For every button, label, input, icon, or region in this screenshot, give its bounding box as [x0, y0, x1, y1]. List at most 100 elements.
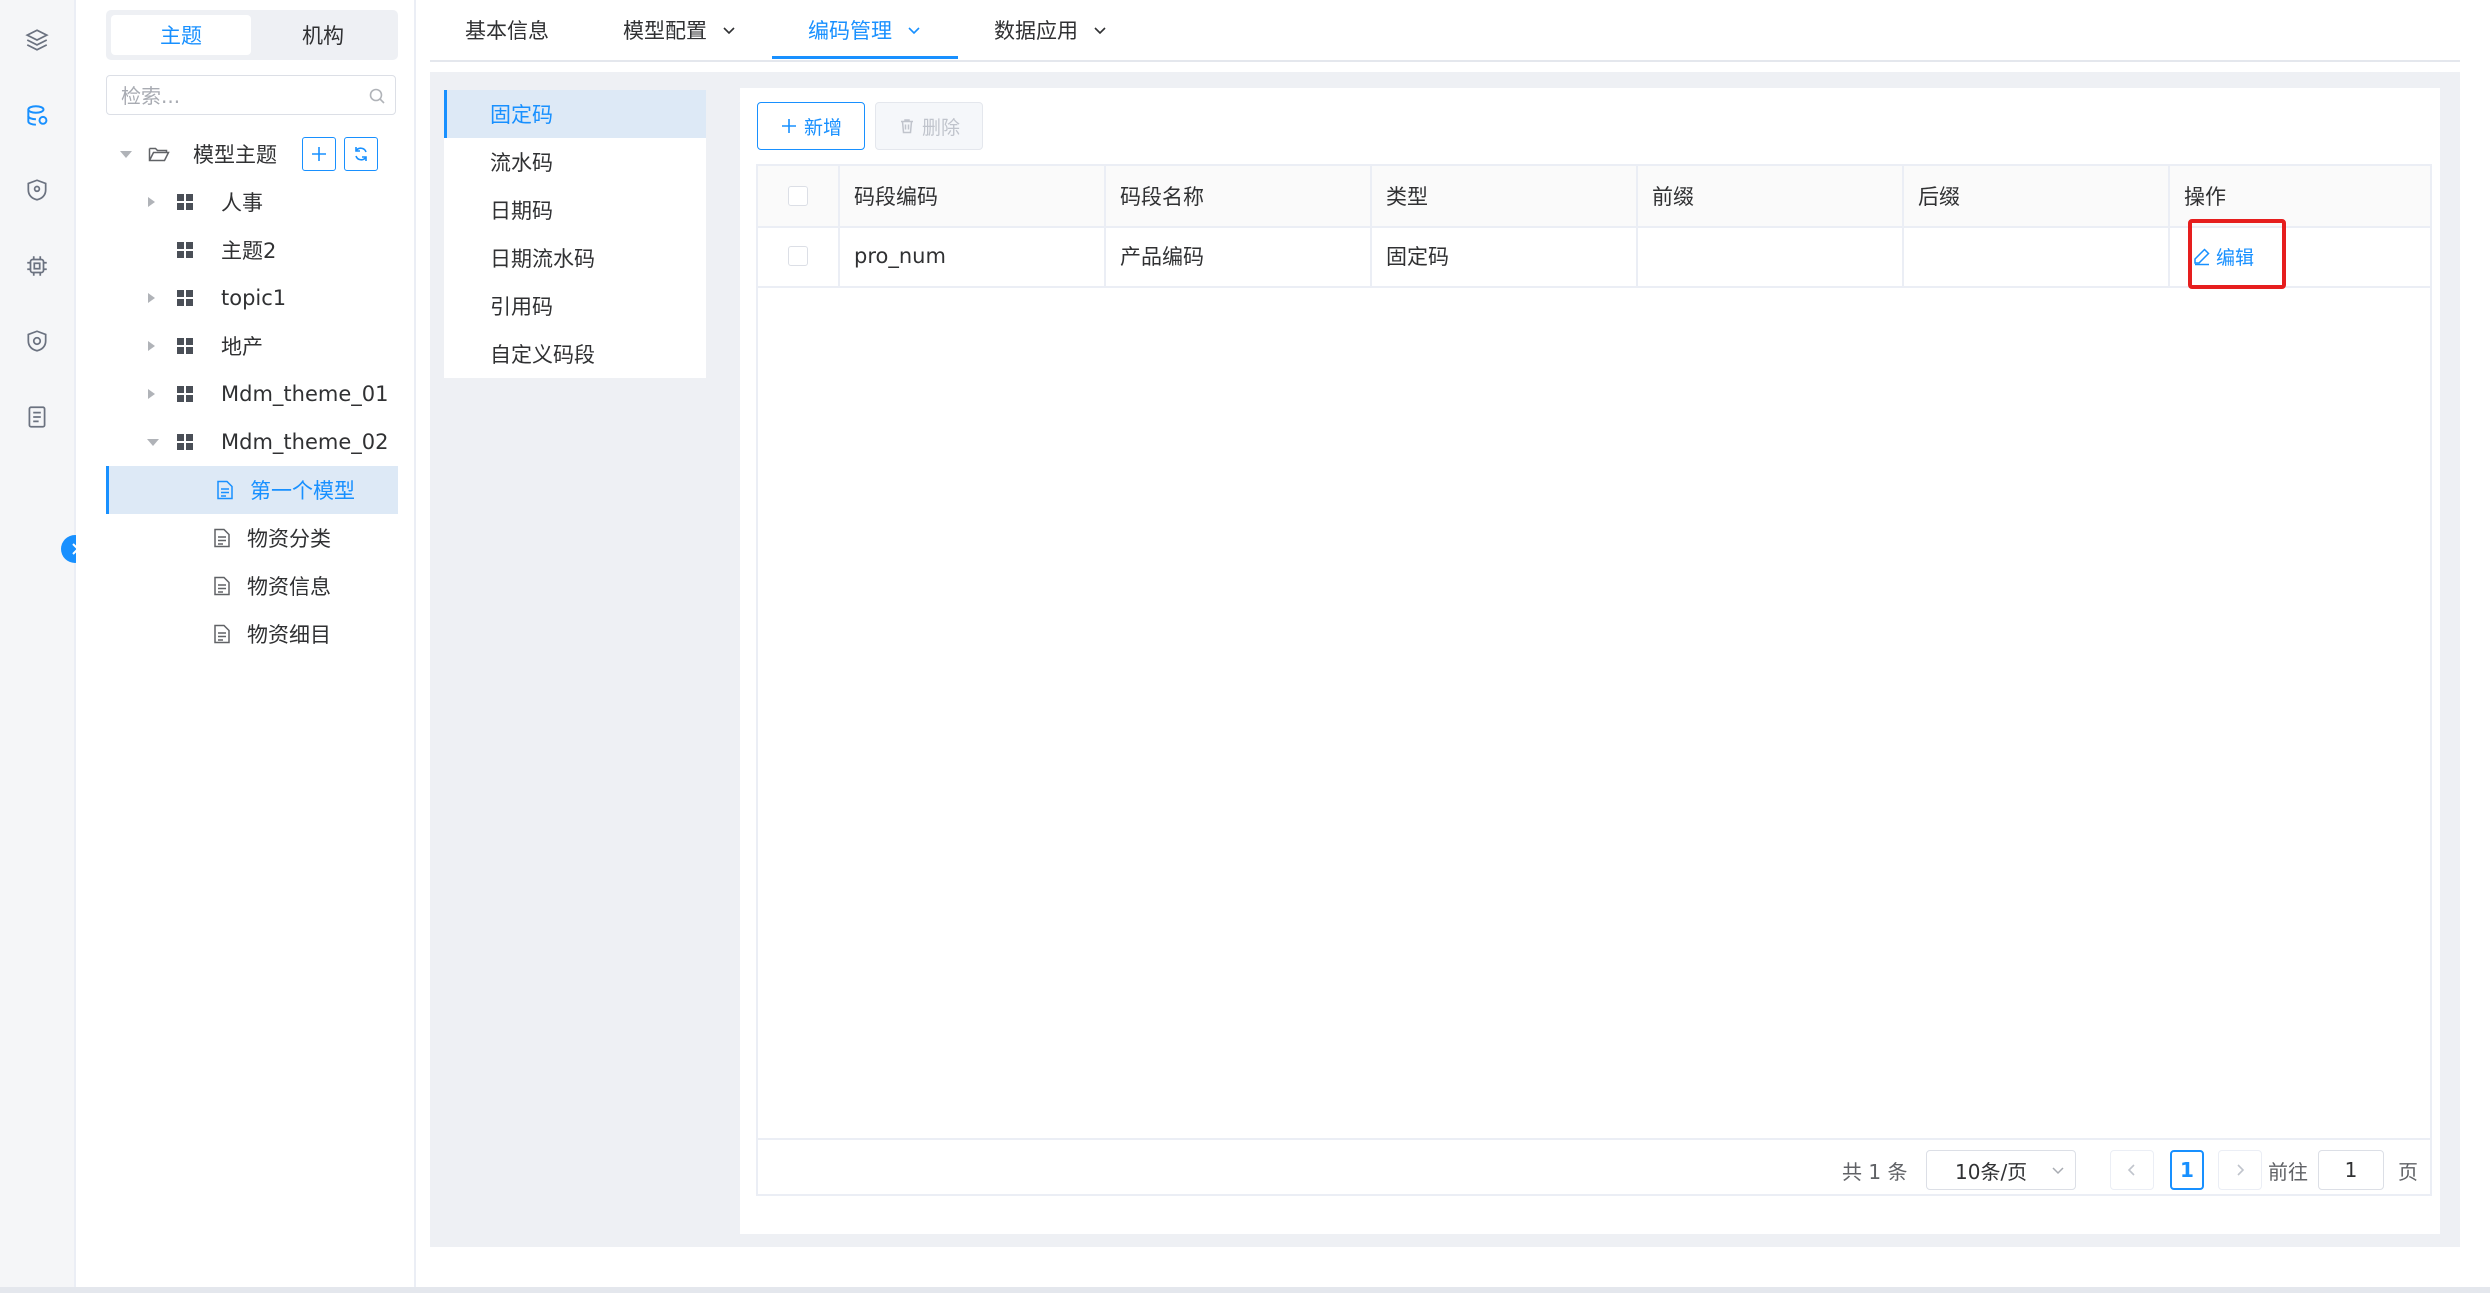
cell-name: 产品编码	[1106, 226, 1372, 286]
folder-open-icon	[148, 147, 170, 162]
chevron-right-icon	[2237, 1164, 2245, 1176]
page-suffix: 页	[2398, 1160, 2418, 1184]
tree-item-theme[interactable]: 主题2	[106, 226, 398, 274]
caret-down-icon[interactable]	[147, 439, 159, 446]
column-header: 类型	[1372, 166, 1638, 226]
row-checkbox-cell	[758, 226, 840, 286]
delete-button[interactable]: 删除	[875, 102, 983, 150]
tree-item-model[interactable]: 物资分类	[106, 514, 398, 562]
chevron-down-icon	[2052, 1167, 2064, 1175]
menu-item-serial-code[interactable]: 流水码	[444, 138, 706, 186]
grid-icon	[177, 290, 193, 306]
grid-icon	[177, 434, 193, 450]
tree-item-model[interactable]: 物资细目	[106, 610, 398, 658]
page-size-select[interactable]: 10条/页	[1926, 1150, 2076, 1190]
tree-item-theme[interactable]: 人事	[106, 178, 398, 226]
tab-model-config[interactable]: 模型配置	[623, 0, 737, 60]
page-size-value: 10条/页	[1955, 1159, 2028, 1184]
tab-label: 模型配置	[623, 19, 707, 43]
cell-type: 固定码	[1372, 226, 1638, 286]
tree-search-input[interactable]	[107, 76, 363, 116]
tree-item-theme[interactable]: Mdm_theme_02	[106, 418, 398, 466]
next-page-button[interactable]	[2218, 1150, 2262, 1190]
active-tab-indicator	[772, 56, 958, 59]
tab-data-application[interactable]: 数据应用	[994, 0, 1108, 60]
tree-item-model[interactable]: 第一个模型	[106, 466, 398, 514]
tree-item-label: 物资信息	[247, 575, 331, 599]
delete-button-label: 删除	[921, 116, 960, 139]
icon-rail	[0, 0, 76, 1287]
layers-icon[interactable]	[20, 23, 54, 57]
bottom-strip	[0, 1287, 2490, 1293]
shield-eye-icon[interactable]	[20, 324, 54, 358]
database-icon[interactable]	[20, 99, 54, 133]
menu-item-date-serial-code[interactable]: 日期流水码	[444, 234, 706, 282]
tab-basic-info[interactable]: 基本信息	[465, 0, 549, 60]
tab-theme[interactable]: 主题	[111, 15, 251, 55]
highlight-box	[2188, 219, 2286, 289]
prev-page-button[interactable]	[2110, 1150, 2154, 1190]
tab-code-management[interactable]: 编码管理	[808, 0, 922, 60]
add-button-label: 新增	[803, 116, 842, 139]
tree-item-label: 物资细目	[247, 623, 331, 647]
goto-label: 前往	[2268, 1160, 2308, 1184]
caret-down-icon[interactable]	[120, 151, 132, 158]
tree-item-theme[interactable]: 地产	[106, 322, 398, 370]
tree-item-theme[interactable]: topic1	[106, 274, 398, 322]
document-icon	[214, 528, 230, 548]
plus-icon	[781, 119, 796, 133]
tree-search	[106, 75, 396, 116]
plus-icon	[312, 147, 326, 161]
row-checkbox[interactable]	[788, 246, 808, 266]
tree-item-label: 物资分类	[247, 527, 331, 551]
tree-item-theme[interactable]: Mdm_theme_01	[106, 370, 398, 418]
tree-panel: 主题 机构 模型主题 人事 主题2 topic1 地产 Mdm_the	[76, 0, 416, 1287]
cell-prefix	[1638, 226, 1904, 286]
grid-icon	[177, 386, 193, 402]
tab-label: 编码管理	[808, 19, 892, 43]
add-theme-button[interactable]	[302, 137, 336, 171]
search-icon	[369, 88, 385, 104]
caret-right-icon[interactable]	[148, 197, 155, 207]
tree-segment-switch: 主题 机构	[106, 10, 398, 60]
column-header: 后缀	[1904, 166, 2170, 226]
refresh-tree-button[interactable]	[344, 137, 378, 171]
tree-item-label: 第一个模型	[250, 479, 355, 503]
header-checkbox-cell	[758, 166, 840, 226]
menu-item-date-code[interactable]: 日期码	[444, 186, 706, 234]
grid-icon	[177, 194, 193, 210]
pagination: 共 1 条 10条/页 1 前往 页	[758, 1138, 2430, 1198]
caret-right-icon[interactable]	[148, 389, 155, 399]
shield-pin-icon[interactable]	[20, 173, 54, 207]
document-list-icon[interactable]	[20, 400, 54, 434]
menu-item-fixed-code[interactable]: 固定码	[444, 90, 706, 138]
caret-right-icon[interactable]	[148, 293, 155, 303]
table-header: 码段编码 码段名称 类型 前缀 后缀 操作	[758, 166, 2430, 228]
page-number-current[interactable]: 1	[2170, 1150, 2204, 1190]
top-tabs: 基本信息 模型配置 编码管理 数据应用	[430, 0, 2460, 62]
document-icon	[214, 624, 230, 644]
goto-page-input[interactable]	[2318, 1150, 2384, 1190]
chevron-down-icon	[908, 27, 920, 35]
cell-suffix	[1904, 226, 2170, 286]
menu-item-custom-segment[interactable]: 自定义码段	[444, 330, 706, 378]
tree-item-label: 主题2	[221, 239, 277, 263]
code-segment-table: 码段编码 码段名称 类型 前缀 后缀 操作 pro_num 产品编码 固定码 编…	[756, 164, 2432, 1196]
tree-item-label: topic1	[221, 286, 287, 310]
refresh-icon	[355, 147, 367, 161]
caret-right-icon[interactable]	[148, 341, 155, 351]
chip-icon[interactable]	[20, 249, 54, 283]
table-row: pro_num 产品编码 固定码 编辑	[758, 219, 2430, 289]
tree-item-model[interactable]: 物资信息	[106, 562, 398, 610]
grid-icon	[177, 338, 193, 354]
cell-code: pro_num	[840, 226, 1106, 286]
tab-organization[interactable]: 机构	[253, 15, 393, 55]
menu-item-reference-code[interactable]: 引用码	[444, 282, 706, 330]
chevron-down-icon	[1094, 27, 1106, 35]
chevron-down-icon	[723, 27, 735, 35]
code-type-menu: 固定码 流水码 日期码 日期流水码 引用码 自定义码段	[444, 90, 706, 378]
tree-root-label: 模型主题	[193, 143, 277, 167]
tree-item-label: Mdm_theme_01	[221, 382, 389, 406]
add-button[interactable]: 新增	[757, 102, 865, 150]
select-all-checkbox[interactable]	[788, 186, 808, 206]
